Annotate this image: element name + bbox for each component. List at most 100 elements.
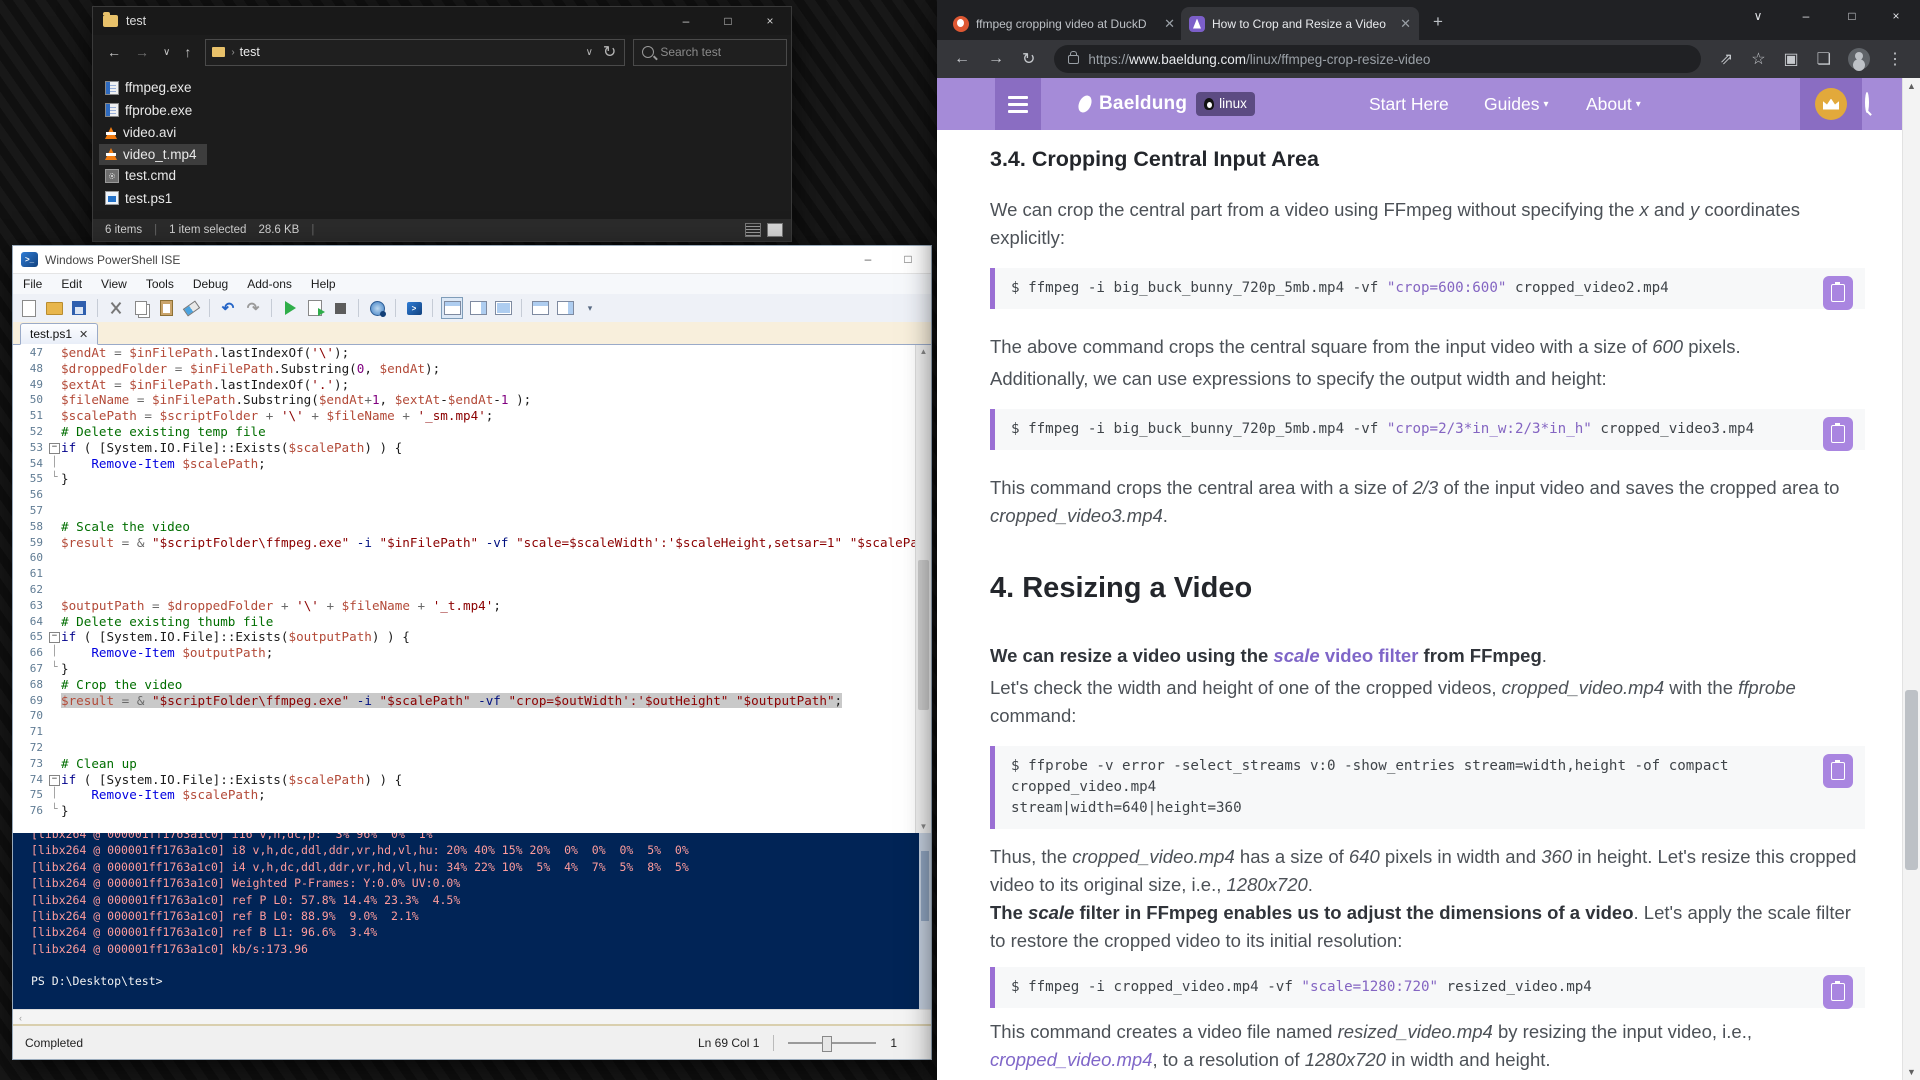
bookmark-star-icon[interactable]: ☆ [1751,49,1765,69]
scroll-down-icon[interactable]: ▼ [1903,1067,1920,1077]
code-line[interactable]: 66│ Remove-Item $outputPath; [13,645,931,661]
tab-close-icon[interactable]: ✕ [79,328,88,341]
cut-icon[interactable] [106,298,126,318]
zoom-slider-thumb[interactable] [822,1036,832,1052]
redo-icon[interactable]: ↷ [243,298,263,318]
new-script-icon[interactable] [19,298,39,318]
code-line[interactable]: 76└} [13,803,931,819]
inline-link[interactable]: video filter [1320,645,1419,666]
new-tab-button[interactable]: + [1433,12,1443,32]
extensions-icon[interactable]: ▣ [1784,49,1799,69]
code-line[interactable]: 69$result = & "$scriptFolder\ffmpeg.exe"… [13,693,931,709]
fold-marker[interactable] [48,708,61,724]
fold-marker[interactable] [48,550,61,566]
fold-marker[interactable] [48,598,61,614]
copy-code-button[interactable] [1823,975,1853,1009]
run-script-icon[interactable] [280,298,300,318]
code-line[interactable]: 47$endAt = $inFilePath.lastIndexOf('\'); [13,345,931,361]
explorer-titlebar[interactable]: test – □ × [93,7,791,35]
hamburger-menu-icon[interactable] [995,78,1041,130]
fold-marker[interactable] [48,392,61,408]
code-line[interactable]: 54│ Remove-Item $scalePath; [13,456,931,472]
zoom-slider[interactable] [788,1042,876,1044]
fold-marker[interactable] [48,740,61,756]
code-line[interactable]: 67└} [13,661,931,677]
fold-marker[interactable]: − [48,629,61,645]
run-selection-icon[interactable] [305,298,325,318]
code-line[interactable]: 57 [13,503,931,519]
fold-marker[interactable] [48,519,61,535]
code-line[interactable]: 49$extAt = $inFilePath.lastIndexOf('.'); [13,377,931,393]
scroll-down-icon[interactable]: ▼ [916,822,931,831]
code-line[interactable]: 70 [13,708,931,724]
refresh-icon[interactable]: ↻ [603,42,616,62]
file-row[interactable]: ffprobe.exe [99,100,202,121]
undo-icon[interactable]: ↶ [218,298,238,318]
editor-scrollbar[interactable]: ▲ ▼ [915,345,931,833]
code-line[interactable]: 56 [13,487,931,503]
scroll-up-icon[interactable]: ▲ [916,347,931,356]
code-line[interactable]: 62 [13,582,931,598]
fold-marker[interactable]: − [48,440,61,456]
code-line[interactable]: 61 [13,566,931,582]
copy-icon[interactable] [131,298,151,318]
console-horizontal-scrollbar[interactable]: ‹ [13,1009,931,1025]
minimize-button[interactable]: – [851,246,885,272]
up-icon[interactable]: ↑ [184,44,191,60]
details-view-icon[interactable] [745,223,761,237]
stop-operation-icon[interactable] [330,298,350,318]
console-scrollbar[interactable] [919,833,931,1009]
code-line[interactable]: 58# Scale the video [13,519,931,535]
url-text[interactable]: https://www.baeldung.com/linux/ffmpeg-cr… [1088,52,1430,67]
tab-close-icon[interactable]: ✕ [1400,16,1411,32]
close-button[interactable]: × [749,7,791,35]
profile-avatar[interactable] [1848,48,1870,70]
fold-marker[interactable]: │ [48,645,61,661]
back-icon[interactable]: ← [954,50,970,68]
code-line[interactable]: 48$droppedFolder = $inFilePath.Substring… [13,361,931,377]
minimize-button[interactable]: – [1785,0,1827,32]
maximize-button[interactable]: □ [1831,0,1873,32]
code-line[interactable]: 65−if ( [System.IO.File]::Exists($output… [13,629,931,645]
code-line[interactable]: 68# Crop the video [13,677,931,693]
code-line[interactable]: 55└} [13,471,931,487]
tab-close-icon[interactable]: ✕ [1164,16,1175,32]
linux-badge[interactable]: linux [1196,92,1255,116]
copy-code-button[interactable] [1823,417,1853,451]
menu-addons[interactable]: Add-ons [247,277,292,291]
fold-marker[interactable]: └ [48,661,61,677]
close-button[interactable]: × [1875,0,1917,32]
code-line[interactable]: 64# Delete existing thumb file [13,614,931,630]
toolbar-overflow-icon[interactable]: ▾ [580,298,600,318]
file-row[interactable]: test.cmd [99,165,186,186]
copy-code-button[interactable] [1823,754,1853,788]
forward-icon[interactable]: → [135,44,149,60]
code-line[interactable]: 60 [13,550,931,566]
large-icons-view-icon[interactable] [767,223,783,237]
minimize-button[interactable]: – [665,7,707,35]
menu-file[interactable]: File [23,277,42,291]
menu-edit[interactable]: Edit [61,277,82,291]
search-box[interactable]: Search test [633,39,787,66]
address-bar[interactable]: › test ∨ ↻ [205,39,625,66]
code-line[interactable]: 71 [13,724,931,740]
browser-tab[interactable]: How to Crop and Resize a Video✕ [1181,7,1419,40]
code-line[interactable]: 50$fileName = $inFilePath.Substring($end… [13,392,931,408]
code-line[interactable]: 72 [13,740,931,756]
fold-marker[interactable] [48,361,61,377]
browser-menu-icon[interactable]: ⋮ [1887,49,1903,69]
fold-marker[interactable] [48,724,61,740]
fold-marker[interactable] [48,503,61,519]
start-powershell-icon[interactable]: > [404,298,424,318]
clear-console-icon[interactable] [181,298,201,318]
script-pane-maximized-icon[interactable] [493,298,513,318]
save-icon[interactable] [69,298,89,318]
fold-marker[interactable] [48,408,61,424]
fold-marker[interactable]: │ [48,456,61,472]
fold-marker[interactable] [48,756,61,772]
menu-tools[interactable]: Tools [146,277,174,291]
menu-help[interactable]: Help [311,277,336,291]
code-line[interactable]: 52# Delete existing temp file [13,424,931,440]
browser-tab[interactable]: ffmpeg cropping video at DuckD✕ [945,7,1183,40]
fold-marker[interactable]: │ [48,787,61,803]
